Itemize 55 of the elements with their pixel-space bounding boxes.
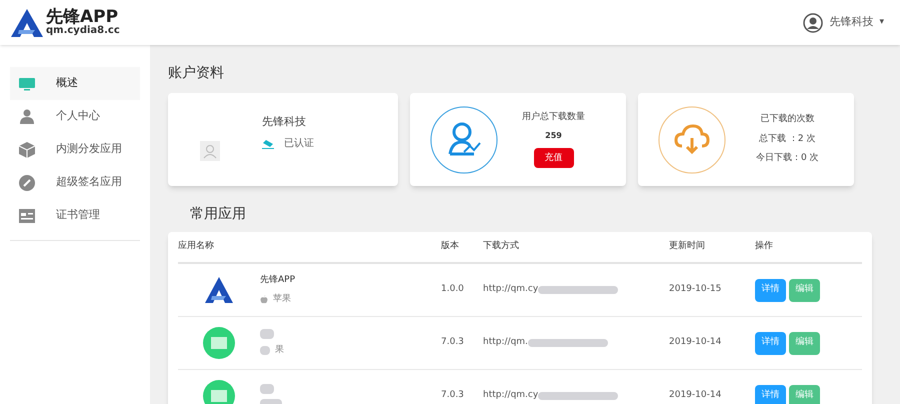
sidebar-item[interactable]: 内测分发应用 [10, 133, 140, 166]
avatar-placeholder-icon [200, 140, 220, 160]
cloud-download-icon [658, 106, 726, 174]
logo-subtitle: qm.cydia8.cc [46, 26, 120, 36]
detail-button[interactable]: 详情 [755, 332, 786, 354]
blurred-block [260, 328, 274, 339]
column-header: 更新时间 [669, 240, 706, 254]
pixelated-app-icon [202, 379, 236, 404]
pencil-icon [18, 174, 36, 192]
date-cell-text: 2019-10-15 [669, 283, 722, 296]
sidebar-item[interactable]: 个人中心 [10, 100, 140, 133]
today-downloads: 今日下载：0 次 [756, 152, 819, 166]
sidebar-item[interactable]: 概述 [10, 67, 140, 100]
date-cell-text: 2019-10-14 [669, 336, 722, 350]
blurred-block [260, 384, 274, 394]
logo-title: 先锋APP [46, 9, 118, 26]
account-name: 先锋科技 [262, 114, 307, 130]
download-url: http://qm.cy [483, 389, 538, 402]
person-icon [18, 108, 36, 126]
user-menu[interactable]: 先锋科技 ▾ [803, 12, 884, 32]
sidebar-item[interactable]: 证书管理 [10, 199, 140, 232]
column-header: 应用名称 [178, 240, 215, 254]
downloads-label: 用户总下载数量 [522, 110, 585, 124]
apple-icon [260, 294, 268, 304]
logo-icon [10, 8, 44, 38]
detail-button[interactable]: 详情 [755, 278, 786, 302]
column-header: 下载方式 [483, 240, 520, 254]
app-logo-icon [204, 276, 234, 304]
recharge-button[interactable]: 充值 [534, 148, 574, 168]
downloads-count: 259 [545, 130, 562, 142]
detail-button[interactable]: 详情 [755, 384, 786, 404]
pixelated-app-icon [202, 326, 236, 360]
stats-title: 已下载的次数 [760, 113, 814, 126]
card-icon [18, 206, 36, 224]
date-cell-text: 2019-10-14 [669, 389, 722, 402]
app-platform: 苹果 [273, 292, 291, 306]
eraser-icon [262, 138, 274, 149]
download-url: http://qm. [483, 336, 528, 350]
total-downloads: 总下载 ：2 次 [759, 132, 816, 146]
download-url: http://qm.cy [483, 283, 538, 296]
version-cell-text: 1.0.0 [441, 283, 465, 296]
app-platform: 果 [275, 344, 284, 357]
blurred-block [260, 346, 270, 355]
version-cell-text: 7.0.3 [441, 389, 465, 402]
version-cell-text: 7.0.3 [441, 336, 465, 350]
section-title: 常用应用 [190, 205, 247, 224]
avatar-icon [803, 12, 824, 32]
verified-status: 已认证 [284, 137, 314, 152]
box-icon [18, 140, 36, 158]
user-chart-icon [430, 106, 498, 174]
column-header: 版本 [441, 240, 460, 254]
section-title: 账户资料 [168, 64, 225, 83]
sidebar-item[interactable]: 超级签名应用 [10, 166, 140, 199]
app-name: 先锋APP [260, 274, 296, 287]
column-header: 操作 [755, 240, 774, 254]
